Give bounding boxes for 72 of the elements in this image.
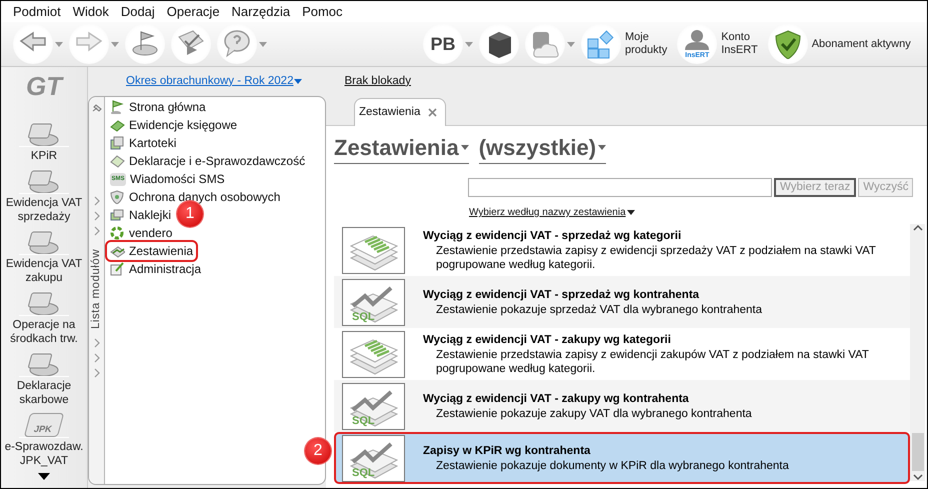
sql-label: SQL <box>352 414 375 426</box>
caret-icon <box>294 79 302 84</box>
report-description: Zestawienie pokazuje zakupy VAT dla wybranego kontrahenta <box>436 406 753 420</box>
report-row[interactable]: SQL Zapisy w KPiR wg kontrahenta Zestawienie pokazuje dokumenty w KPiR dla wybranego kontrahenta <box>334 432 910 484</box>
menu-item[interactable]: Pomoc <box>296 2 349 20</box>
shield-icon <box>110 190 125 204</box>
sidebar-item[interactable]: KPiR <box>1 119 87 163</box>
report-title: Wyciąg z ewidencji VAT - zakupy wg kontrahenta <box>423 392 690 406</box>
pin-icon[interactable] <box>90 103 102 113</box>
chevron-icon[interactable] <box>92 353 100 364</box>
report-title: Wyciąg z ewidencji VAT - sprzedaż wg kontrahenta <box>423 288 700 302</box>
scroll-down-icon[interactable] <box>912 473 922 481</box>
toolbar-button[interactable] <box>125 24 165 64</box>
scroll-thumb[interactable] <box>912 433 924 471</box>
chart-icon <box>110 244 125 258</box>
sql-label: SQL <box>352 466 375 478</box>
report-row[interactable]: SQL Wyciąg z ewidencji VAT - sprzedaż wg kontrahenta Zestawienie pokazuje sprzedaż VAT dla wybranego kontrahenta <box>334 276 910 328</box>
folders-icon <box>110 136 125 150</box>
report-row[interactable]: SQL Wyciąg z ewidencji VAT - zakupy wg kontrahenta Zestawienie pokazuje zakupy VAT dla wybranego kontrahenta <box>334 380 910 432</box>
report-title: Wyciąg z ewidencji VAT - zakupy wg kategorii <box>423 332 672 348</box>
menu-item[interactable]: Dodaj <box>114 2 161 20</box>
module-item[interactable]: vendero <box>107 224 176 242</box>
category-dropdown[interactable]: Zestawienia <box>334 132 469 164</box>
report-description: Zestawienie pokazuje dokumenty w KPiR dla wybranego kontrahenta <box>436 458 790 472</box>
sql-label: SQL <box>352 310 375 322</box>
sidebar-item[interactable]: Deklaracje skarbowe <box>1 349 87 407</box>
sidebar-item[interactable]: JPK e-Sprawozdaw. JPK_VAT <box>1 410 87 468</box>
scroll-up-icon[interactable] <box>912 224 922 232</box>
toolbar-button[interactable]: Abonament aktywny <box>768 24 911 64</box>
toolbar-button[interactable] <box>479 24 519 64</box>
close-icon[interactable] <box>428 108 438 117</box>
report-description: Zestawienie przedstawia zapisy z ewidencji sprzedaży VAT z podziałem na stawki VAT pogrupowane według kategorii. <box>436 244 877 272</box>
period-link[interactable]: Okres obrachunkowy - Rok 2022 <box>126 72 302 90</box>
report-title: Wyciąg z ewidencji VAT - sprzedaż wg kategorii <box>423 228 682 244</box>
tab[interactable]: Zestawienia <box>354 98 446 126</box>
menu-item[interactable]: Operacje <box>160 2 226 20</box>
book-icon: JPK <box>24 413 64 437</box>
logo: GT <box>26 71 62 101</box>
edit-icon <box>110 262 125 276</box>
folders-icon <box>110 208 125 222</box>
filter-dropdown[interactable]: (wszystkie) <box>478 132 606 164</box>
toolbar-button[interactable]: Moje produkty <box>581 24 668 64</box>
caret-icon <box>111 42 119 46</box>
lock-status: Brak blokady <box>344 74 411 89</box>
search-field[interactable] <box>468 178 772 197</box>
module-item[interactable]: Strona główna <box>107 98 209 116</box>
scroll-down-icon[interactable] <box>38 473 50 480</box>
sidebar-item[interactable]: Ewidencja VAT sprzedaży <box>1 166 87 224</box>
sidebar-item[interactable]: Operacje na środkach trw. <box>1 288 87 346</box>
sidebar-item[interactable]: Ewidencja VAT zakupu <box>1 227 87 285</box>
module-item[interactable]: Deklaracje i e-Sprawozdawczość <box>107 152 308 170</box>
caret-icon <box>567 42 575 46</box>
module-item[interactable]: Zestawienia <box>107 242 196 260</box>
report-description: Zestawienie przedstawia zapisy z ewidencji zakupów VAT z podziałem na stawki VAT pogrupowane według kategorii. <box>436 348 870 376</box>
ring-icon <box>110 226 125 240</box>
caret-icon <box>465 42 473 46</box>
module-item[interactable]: Naklejki <box>107 206 174 224</box>
chevron-icon[interactable] <box>92 368 100 378</box>
toolbar-button[interactable] <box>171 24 211 64</box>
flag-icon <box>110 100 125 114</box>
menu-item[interactable]: Podmiot <box>7 2 67 20</box>
caret-icon <box>55 42 63 46</box>
module-item[interactable]: Ewidencje księgowe <box>107 116 240 134</box>
menu-item[interactable]: Widok <box>66 2 115 20</box>
caret-icon <box>259 42 267 46</box>
search-mode-link[interactable]: Wybierz według nazwy zestawienia <box>469 205 635 220</box>
report-title: Zapisy w KPiR wg kontrahenta <box>423 444 592 458</box>
module-item[interactable]: Kartoteki <box>107 134 180 152</box>
menu-item[interactable]: Narzędzia <box>226 2 296 20</box>
report-description: Zestawienie pokazuje sprzedaż VAT dla wybranego kontrahenta <box>436 302 764 316</box>
chevron-icon[interactable] <box>92 338 100 348</box>
module-item[interactable]: Administracja <box>107 260 204 278</box>
